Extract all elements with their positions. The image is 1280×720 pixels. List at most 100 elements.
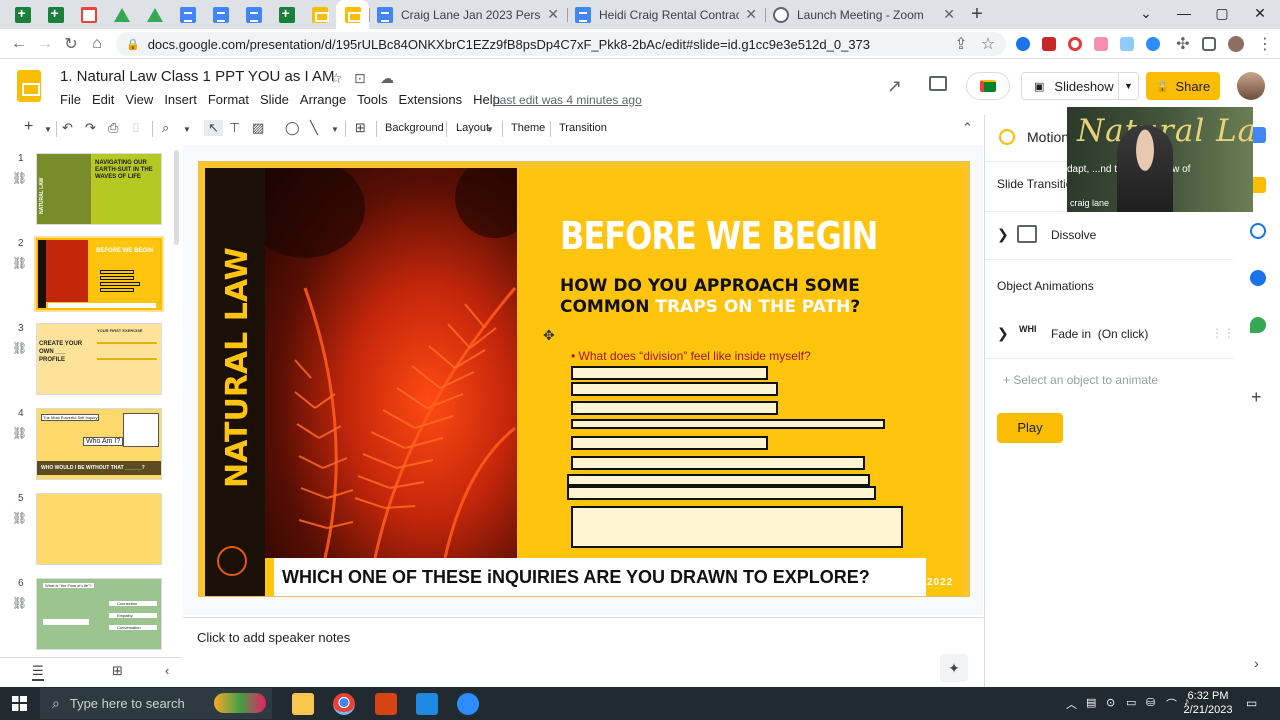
add-comment-icon[interactable]: ⊞ xyxy=(355,120,366,136)
taskbar-clock[interactable]: 6:32 PM 2/21/2023 xyxy=(1180,689,1236,717)
add-addon-icon[interactable]: + xyxy=(1251,387,1262,408)
maximize-button[interactable]: ▢ xyxy=(1202,0,1242,29)
forward-button[interactable]: → xyxy=(32,35,58,53)
windows-start-icon[interactable] xyxy=(12,696,27,711)
battery-icon[interactable]: ▭ xyxy=(1126,696,1136,709)
zoom-icon[interactable]: ⌕ xyxy=(162,120,169,136)
inquiry-box[interactable] xyxy=(571,456,865,470)
inquiry-box[interactable] xyxy=(571,436,768,450)
select-cursor-icon[interactable]: ↖ xyxy=(204,120,223,136)
menu-file[interactable]: File xyxy=(60,92,81,107)
bookmark-star-icon[interactable]: ☆ xyxy=(975,34,1001,54)
inquiry-box[interactable] xyxy=(571,419,885,429)
tab-close-icon[interactable]: ✕ xyxy=(943,6,955,23)
home-button[interactable]: ⌂ xyxy=(84,35,110,53)
share-page-icon[interactable]: ⇪ xyxy=(948,34,974,54)
shape-icon[interactable]: ◯ xyxy=(285,120,300,136)
menu-insert[interactable]: Insert xyxy=(164,92,197,107)
account-avatar[interactable] xyxy=(1237,72,1265,100)
wifi-icon[interactable]: ⌒ xyxy=(1166,696,1177,712)
tab-search-chevron-icon[interactable]: ⌄ xyxy=(1126,0,1166,29)
menu-arrange[interactable]: Arrange xyxy=(300,92,346,107)
slide-thumbnail-5[interactable] xyxy=(36,493,162,565)
tasks-icon[interactable] xyxy=(1250,223,1266,239)
inquiry-box[interactable] xyxy=(567,474,870,486)
profile-avatar-icon[interactable] xyxy=(1228,36,1244,52)
slide-bullet[interactable]: • What does “division” feel like inside … xyxy=(571,349,811,363)
maps-icon[interactable] xyxy=(1250,317,1266,333)
menu-slide[interactable]: Slide xyxy=(260,92,289,107)
menu-edit[interactable]: Edit xyxy=(92,92,114,107)
collapse-toolbar-icon[interactable]: ⌃ xyxy=(962,120,973,136)
document-title[interactable]: 1. Natural Law Class 1 PPT YOU as I AM xyxy=(60,68,335,85)
tab-zoom-meeting[interactable]: Launch Meeting - Zoom ✕ xyxy=(765,0,963,29)
slide-thumbnail-4[interactable]: The Most Powerful Self Inquiry Who Am I?… xyxy=(36,408,162,480)
animation-row[interactable]: ❯ WHI Fade in (On click) ⋮⋮ xyxy=(985,312,1235,356)
menu-format[interactable]: Format xyxy=(208,92,249,107)
zoom-app-icon[interactable] xyxy=(457,693,479,715)
share-button[interactable]: 🔒 Share xyxy=(1146,72,1220,100)
photos-icon[interactable] xyxy=(416,693,438,715)
slide-heading[interactable]: BEFORE WE BEGIN xyxy=(560,213,878,259)
meet-button[interactable] xyxy=(966,72,1010,100)
chrome-icon[interactable] xyxy=(333,693,355,715)
layout-button[interactable]: Layout xyxy=(456,122,489,134)
transition-row[interactable]: ❯ Dissolve xyxy=(985,213,1235,257)
slide-year[interactable]: 2022 xyxy=(927,577,953,588)
slide-thumbnail-1[interactable]: NATURAL LAW NAVIGATING OUR EARTH-SUIT IN… xyxy=(36,153,162,225)
redo-icon[interactable]: ↷ xyxy=(85,120,96,136)
extension-opera-icon[interactable] xyxy=(1068,37,1082,51)
extension-screen-icon[interactable] xyxy=(1120,37,1134,51)
reload-button[interactable]: ↻ xyxy=(58,34,84,54)
speaker-notes[interactable]: Click to add speaker notes ✦ xyxy=(183,617,983,687)
grid-view-icon[interactable]: ⊞ xyxy=(112,663,123,679)
layout-dropdown-icon[interactable]: ▼ xyxy=(486,125,494,134)
slide-thumbnail-6[interactable]: What is "the Flow of Life"? Connection E… xyxy=(36,578,162,650)
vertical-title[interactable]: NATURAL LAW xyxy=(220,247,255,488)
pinned-tab-drive[interactable] xyxy=(105,0,138,29)
new-tab-button[interactable]: + xyxy=(963,0,991,29)
menu-view[interactable]: View xyxy=(125,92,153,107)
transition-button[interactable]: Transition xyxy=(559,122,607,134)
paint-format-icon[interactable]: ⌷ xyxy=(132,120,140,136)
slide-subheading[interactable]: HOW DO YOU APPROACH SOME COMMON TRAPS ON… xyxy=(560,276,860,318)
notifications-icon[interactable]: ▭ xyxy=(1246,696,1257,710)
menu-tools[interactable]: Tools xyxy=(357,92,387,107)
menu-extensions[interactable]: Extensions xyxy=(399,92,463,107)
insert-image-icon[interactable]: ▨ xyxy=(252,120,264,136)
undo-icon[interactable]: ↶ xyxy=(62,120,73,136)
extension-cloud-icon[interactable] xyxy=(1016,37,1030,51)
cloud-status-icon[interactable]: ☁ xyxy=(380,70,394,87)
zoom-video-tile[interactable]: Natural Law dapt, ...nd the natural law … xyxy=(1067,107,1253,212)
line-icon[interactable]: ╲ xyxy=(310,120,318,136)
filmstrip-view-icon[interactable]: ☰ xyxy=(32,663,44,681)
drag-handle-icon[interactable]: ⋮⋮ xyxy=(1211,326,1235,340)
activity-trend-icon[interactable]: ↗ xyxy=(887,76,902,97)
close-window-button[interactable]: ✕ xyxy=(1240,0,1280,29)
chevron-right-icon[interactable]: ❯ xyxy=(997,325,1009,342)
minimize-button[interactable]: — xyxy=(1164,0,1204,29)
sidebar-toggle-icon[interactable] xyxy=(1202,37,1216,51)
pinned-tab-docs[interactable] xyxy=(171,0,204,29)
star-icon[interactable]: ☆ xyxy=(330,70,343,87)
pinned-tab-drive-2[interactable] xyxy=(138,0,171,29)
inquiry-box[interactable] xyxy=(571,382,778,396)
inquiry-box[interactable] xyxy=(571,401,778,415)
line-dropdown-icon[interactable]: ▼ xyxy=(331,125,339,134)
pinned-tab-gmail[interactable] xyxy=(72,0,105,29)
show-side-panel-icon[interactable]: › xyxy=(1254,655,1259,671)
filmstrip-scrollbar[interactable] xyxy=(174,150,179,245)
explore-icon[interactable]: ✦ xyxy=(940,654,968,682)
contacts-icon[interactable] xyxy=(1250,270,1266,286)
browser-menu-icon[interactable]: ⋮ xyxy=(1252,34,1278,54)
slides-logo-icon[interactable] xyxy=(17,70,41,102)
extension-arrow-icon[interactable] xyxy=(1094,37,1108,51)
tray-chevron-icon[interactable]: ︿ xyxy=(1066,696,1077,712)
back-button[interactable]: ← xyxy=(6,35,32,53)
tab-heidi-craig-doc[interactable]: Heidi Craig Rental Contract Adde ✕ xyxy=(567,0,765,29)
text-box-icon[interactable]: ⊤ xyxy=(229,120,240,136)
inquiry-box[interactable] xyxy=(571,366,768,380)
pinned-tab-sheets-2[interactable] xyxy=(39,0,72,29)
fern-photo[interactable] xyxy=(265,168,517,558)
taskbar-search[interactable]: ⌕ Type here to search xyxy=(40,688,272,719)
